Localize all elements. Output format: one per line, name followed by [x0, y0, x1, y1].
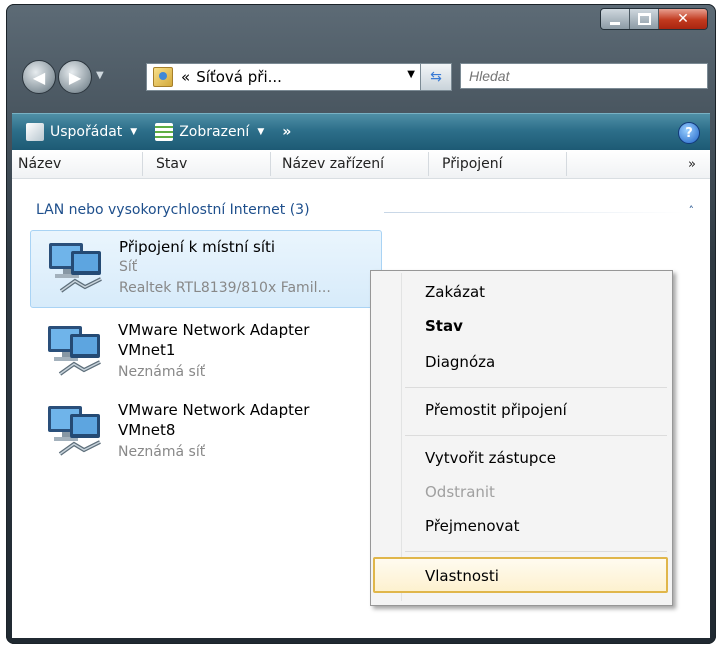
organize-icon: [26, 123, 44, 141]
menu-item-rename[interactable]: Přejmenovat: [425, 517, 520, 535]
address-chevron[interactable]: «: [181, 68, 190, 86]
overflow-chevron: »: [282, 124, 292, 140]
caption-buttons: ✕: [600, 8, 708, 30]
menu-item-highlight: [373, 557, 668, 593]
menu-gutter: [401, 273, 402, 601]
chevron-down-icon: ▼: [130, 127, 138, 137]
list-item[interactable]: VMware Network Adapter VMnet8 Neznámá sí…: [30, 394, 382, 472]
network-connection-icon: [49, 243, 102, 293]
columns-overflow-button[interactable]: »: [688, 157, 696, 172]
column-headers: Název Stav Název zařízení Připojení »: [12, 150, 710, 179]
help-button[interactable]: ?: [678, 122, 700, 144]
help-icon: ?: [685, 125, 693, 141]
network-connection-icon: [48, 406, 101, 456]
forward-button[interactable]: ▶: [58, 60, 92, 94]
minimize-icon: [610, 21, 620, 25]
list-item[interactable]: Připojení k místní síti Síť Realtek RTL8…: [30, 230, 382, 308]
organize-label: Uspořádat: [50, 124, 123, 140]
chevron-down-icon: ▼: [257, 127, 265, 137]
item-name: VMware Network Adapter VMnet1: [118, 321, 310, 359]
menu-item-create-shortcut[interactable]: Vytvořit zástupce: [425, 449, 556, 467]
column-header-connection[interactable]: Připojení: [442, 156, 503, 172]
refresh-button[interactable]: ⇆: [420, 63, 452, 91]
maximize-icon: [637, 13, 651, 25]
minimize-button[interactable]: [601, 9, 630, 29]
item-name: Připojení k místní síti: [119, 238, 276, 256]
context-menu: Zakázat Stav Diagnóza Přemostit připojen…: [370, 270, 673, 606]
column-header-status[interactable]: Stav: [156, 156, 187, 172]
menu-item-disable[interactable]: Zakázat: [425, 283, 485, 301]
menu-separator: [405, 435, 667, 436]
search-input[interactable]: [460, 63, 708, 89]
menu-item-bridge-connections[interactable]: Přemostit připojení: [425, 401, 567, 419]
menu-item-status[interactable]: Stav: [425, 317, 463, 335]
group-header[interactable]: LAN nebo vysokorychlostní Internet (3): [36, 202, 310, 218]
address-bar[interactable]: « Síťová při... ▼: [146, 63, 422, 91]
item-status: Neznámá síť: [118, 444, 206, 460]
address-dropdown-icon[interactable]: ▼: [407, 69, 415, 80]
view-label: Zobrazení: [179, 124, 250, 140]
item-status: Neznámá síť: [118, 364, 206, 380]
command-toolbar: Uspořádat ▼ Zobrazení ▼ » ?: [12, 113, 710, 151]
view-icon: [155, 123, 174, 141]
network-folder-icon: [153, 67, 173, 87]
item-name: VMware Network Adapter VMnet8: [118, 401, 310, 439]
navigation-bar: ◀ ▶ ▼ « Síťová při... ▼ ⇆: [16, 54, 708, 100]
back-arrow-icon: ◀: [32, 67, 46, 87]
recent-pages-dropdown[interactable]: ▼: [96, 70, 104, 81]
network-connection-icon: [48, 326, 101, 376]
menu-item-properties[interactable]: Vlastnosti: [425, 567, 499, 585]
column-divider[interactable]: [566, 152, 567, 176]
column-divider[interactable]: [142, 152, 143, 176]
column-divider[interactable]: [270, 152, 271, 176]
list-item[interactable]: VMware Network Adapter VMnet1 Neznámá sí…: [30, 314, 382, 392]
forward-arrow-icon: ▶: [68, 67, 82, 87]
toolbar-overflow-button[interactable]: »: [278, 118, 295, 146]
menu-item-diagnose[interactable]: Diagnóza: [425, 353, 495, 371]
menu-item-delete[interactable]: Odstranit: [425, 483, 495, 501]
item-device: Realtek RTL8139/810x Famil...: [119, 280, 331, 296]
group-divider: [384, 212, 684, 213]
menu-separator: [405, 551, 667, 552]
address-breadcrumb[interactable]: Síťová při...: [196, 68, 282, 86]
view-button[interactable]: Zobrazení ▼: [151, 118, 268, 146]
column-divider[interactable]: [428, 152, 429, 176]
column-header-device-name[interactable]: Název zařízení: [282, 156, 384, 172]
refresh-icon: ⇆: [430, 69, 442, 85]
close-button[interactable]: ✕: [659, 9, 707, 29]
column-header-name[interactable]: Název: [18, 156, 61, 172]
back-button[interactable]: ◀: [22, 60, 56, 94]
close-icon: ✕: [677, 11, 689, 27]
item-status: Síť: [119, 259, 138, 275]
organize-button[interactable]: Uspořádat ▼: [22, 118, 141, 146]
maximize-button[interactable]: [630, 9, 659, 29]
menu-separator: [405, 387, 667, 388]
collapse-group-icon[interactable]: ˄: [689, 204, 695, 217]
